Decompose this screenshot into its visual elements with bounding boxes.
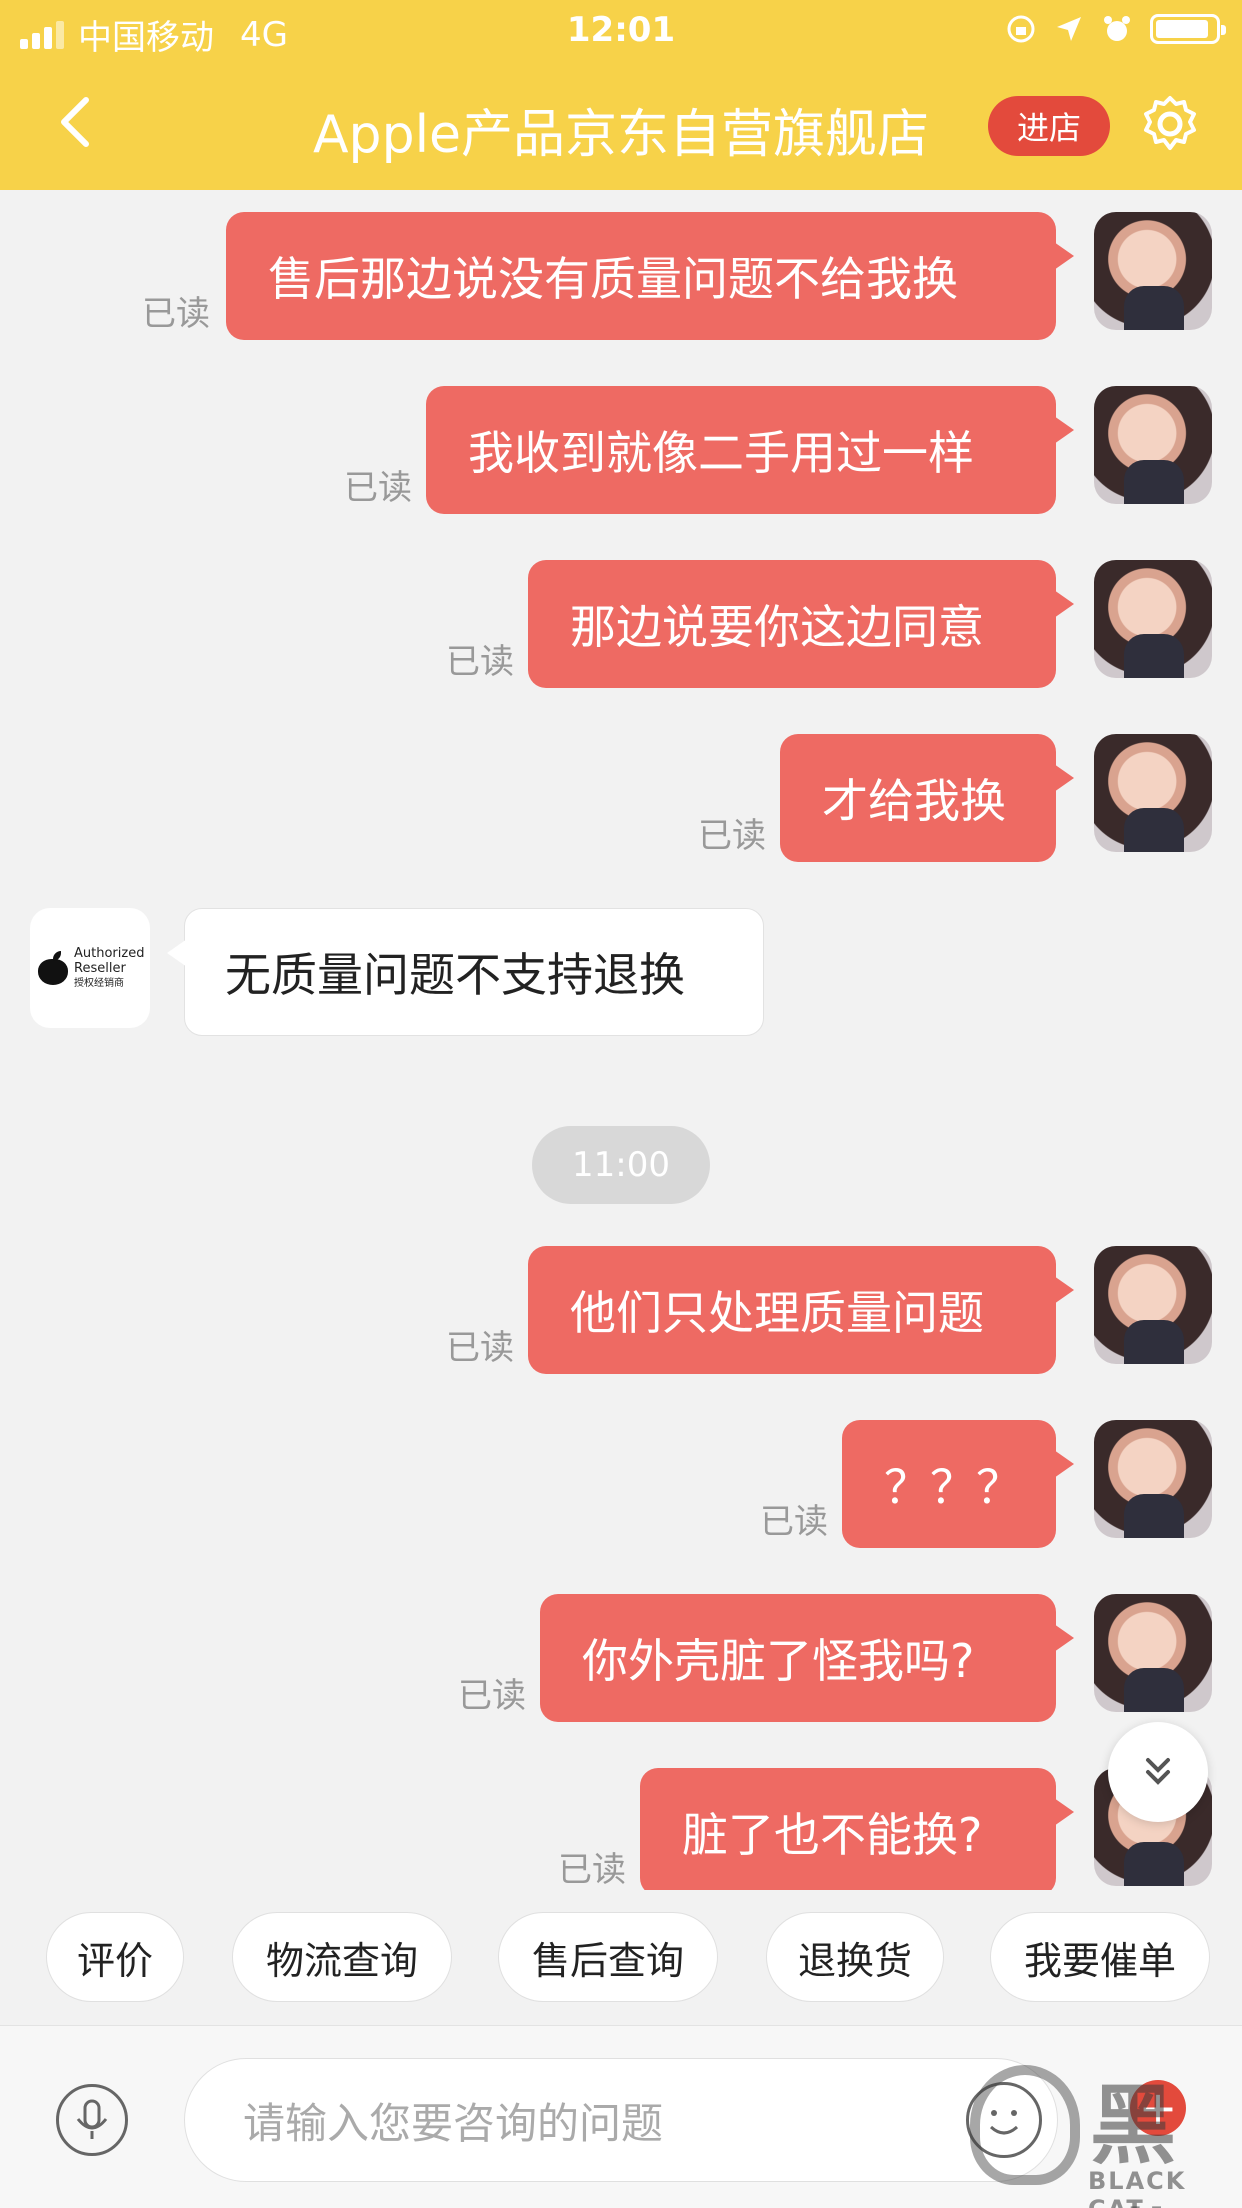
user-avatar[interactable] [1094, 212, 1212, 330]
message-bubble[interactable]: 才给我换 [780, 734, 1074, 862]
quick-reply-logistics[interactable]: 物流查询 [232, 1912, 452, 2002]
status-right [1006, 14, 1226, 44]
scroll-to-bottom-button[interactable] [1108, 1722, 1208, 1822]
quick-reply-return[interactable]: 退换货 [766, 1912, 944, 2002]
read-status: 已读 [344, 468, 412, 508]
battery-icon [1150, 14, 1226, 44]
shop-avatar[interactable]: Authorized Reseller 授权经销商 [30, 908, 150, 1028]
location-icon [1057, 17, 1081, 41]
quick-reply-bar: 评价 物流查询 售后查询 退换货 我要催单 [0, 1890, 1242, 2025]
message-bubble[interactable]: 我收到就像二手用过一样 [426, 386, 1074, 514]
read-status: 已读 [446, 1328, 514, 1368]
watermark: 黑猫 BLACK CAT [970, 2055, 1240, 2208]
message-input[interactable]: 请输入您要咨询的问题 [184, 2058, 1058, 2182]
quick-reply-urge[interactable]: 我要催单 [990, 1912, 1210, 2002]
chat-message-list[interactable]: 已读 售后那边说没有质量问题不给我换 已读 我收到就像二手用过一样 已读 那边说… [0, 190, 1242, 1890]
message-bubble[interactable]: 那边说要你这边同意 [528, 560, 1074, 688]
quick-reply-after-sales[interactable]: 售后查询 [498, 1912, 718, 2002]
badge-line: Reseller [74, 960, 126, 976]
user-avatar[interactable] [1094, 734, 1212, 852]
cat-logo-icon [970, 2065, 1080, 2185]
message-bubble[interactable]: 他们只处理质量问题 [528, 1246, 1074, 1374]
authorized-reseller-badge: Authorized Reseller 授权经销商 [74, 946, 144, 991]
quick-reply-rate[interactable]: 评价 [46, 1912, 184, 2002]
apple-logo-icon [38, 951, 68, 985]
top-bar: 中国移动 4G 12:01 Apple产品京东自营旗舰店 进店 [0, 0, 1242, 190]
read-status: 已读 [558, 1850, 626, 1890]
message-bubble[interactable]: 脏了也不能换? [640, 1768, 1074, 1890]
user-avatar[interactable] [1094, 1594, 1212, 1712]
message-bubble[interactable]: 你外壳脏了怪我吗? [540, 1594, 1074, 1722]
read-status: 已读 [142, 294, 210, 334]
message-bubble[interactable]: 售后那边说没有质量问题不给我换 [226, 212, 1074, 340]
user-avatar[interactable] [1094, 386, 1212, 504]
double-chevron-down-icon [1146, 1758, 1170, 1785]
read-status: 已读 [760, 1502, 828, 1542]
badge-line: 授权经销商 [74, 977, 124, 989]
read-status: 已读 [446, 642, 514, 682]
read-status: 已读 [698, 816, 766, 856]
badge-line: Authorized [74, 945, 145, 961]
user-avatar[interactable] [1094, 560, 1212, 678]
user-avatar[interactable] [1094, 1246, 1212, 1364]
enter-store-button[interactable]: 进店 [988, 96, 1110, 156]
timestamp: 11:00 [532, 1126, 710, 1204]
orientation-lock-icon [1007, 15, 1035, 43]
message-bubble-shop[interactable]: 无质量问题不支持退换 [167, 908, 764, 1036]
message-bubble[interactable]: ？？？ [842, 1420, 1074, 1548]
watermark-en: BLACK CAT [1088, 2167, 1187, 2208]
user-avatar[interactable] [1094, 1420, 1212, 1538]
alarm-icon [1104, 16, 1130, 41]
gear-icon[interactable] [1138, 92, 1202, 156]
read-status: 已读 [458, 1676, 526, 1716]
status-bar: 中国移动 4G 12:01 [0, 0, 1242, 62]
microphone-icon[interactable] [56, 2084, 128, 2156]
nav-bar: Apple产品京东自营旗舰店 进店 [0, 62, 1242, 190]
